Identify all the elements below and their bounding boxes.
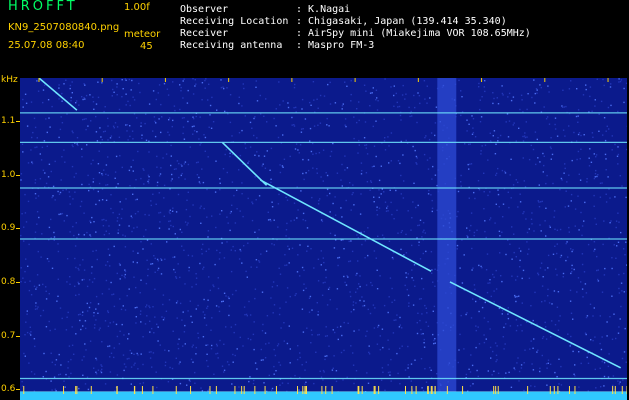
info-label-receiver: Receiver	[180, 28, 229, 39]
app-title: HROFFT	[8, 0, 78, 14]
info-value-receiver: : AirSpy mini (Miakejima VOR 108.65MHz)	[296, 28, 531, 39]
filename-label: KN9_2507080840.png	[8, 22, 120, 33]
mode-label: meteor	[124, 29, 161, 40]
y-axis-unit: kHz	[1, 75, 18, 85]
y-tick-label: 0.6	[1, 384, 16, 395]
info-label-location: Receiving Location	[180, 16, 289, 27]
info-value-observer: : K.Nagai	[296, 4, 351, 15]
noise-floor-strip	[20, 392, 627, 400]
header-panel: HROFFT 1.00f KN9_2507080840.png 25.07.08…	[0, 0, 629, 76]
spectrogram-svg	[20, 78, 627, 400]
y-tick-label: 0.8	[1, 276, 16, 287]
spectrogram-plot	[20, 78, 627, 400]
info-label-antenna: Receiving antenna	[180, 40, 283, 51]
version-label: 1.00f	[124, 2, 150, 13]
datetime-label: 25.07.08 08:40	[8, 40, 85, 51]
y-tick-label: 1.1	[1, 115, 16, 126]
y-tick-label: 0.9	[1, 223, 16, 234]
y-tick-label: 0.7	[1, 330, 16, 341]
y-tick-label: 1.0	[1, 169, 16, 180]
info-value-antenna: : Maspro FM-3	[296, 40, 375, 51]
info-label-observer: Observer	[180, 4, 229, 15]
mode-value: 45	[140, 41, 153, 52]
info-value-location: : Chigasaki, Japan (139.414 35.340)	[296, 16, 507, 27]
